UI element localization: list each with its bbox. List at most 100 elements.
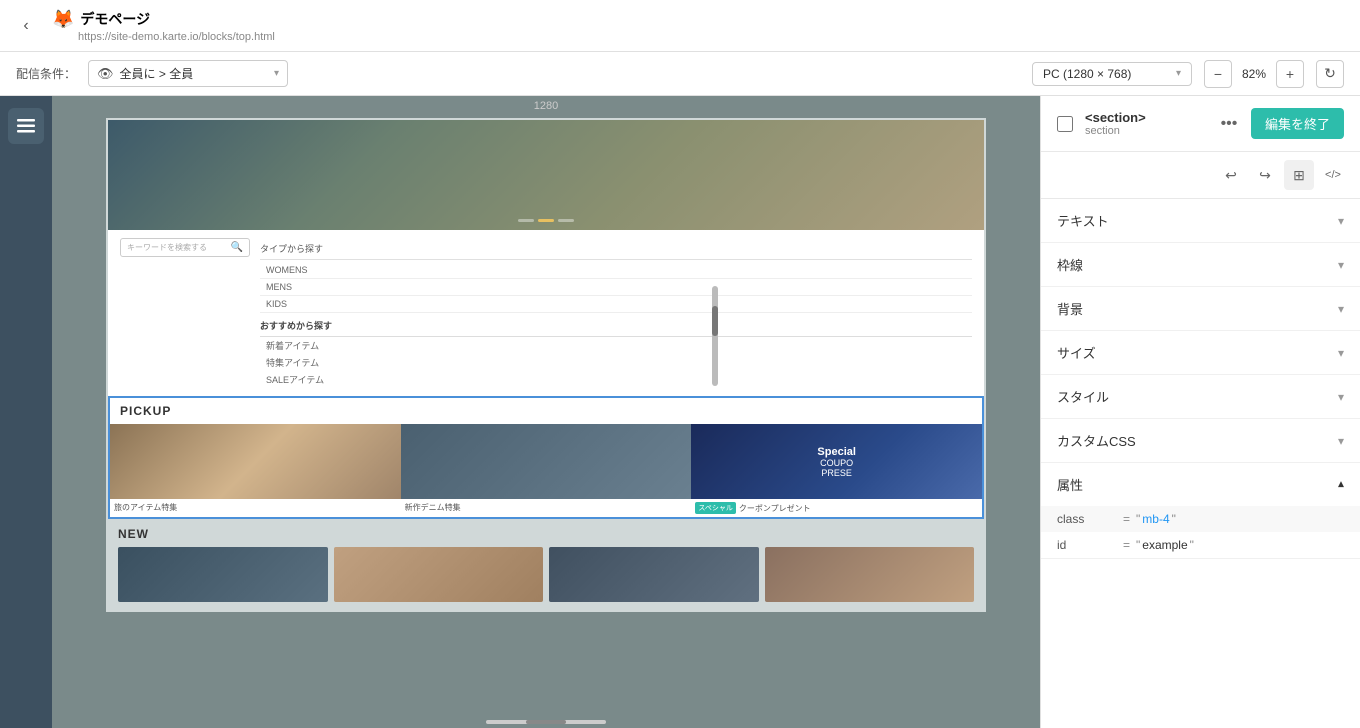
nav-recommend-label: おすすめから探す [260, 315, 972, 337]
main-layout: 1280 キーワードを検索する 🔍 タイプから探す [0, 96, 1360, 728]
condition-label: 配信条件： [16, 65, 76, 82]
new-item-1[interactable] [118, 547, 328, 602]
attr-id-close-quote: " [1190, 538, 1194, 552]
hero-dots [518, 219, 574, 222]
search-box[interactable]: キーワードを検索する 🔍 [120, 238, 250, 257]
nav-mens[interactable]: MENS [260, 279, 972, 296]
search-nav-area: キーワードを検索する 🔍 タイプから探す WOMENS MENS KIDS おす… [108, 230, 984, 396]
border-section-header[interactable]: 枠線 [1041, 243, 1360, 286]
style-section-header[interactable]: スタイル [1041, 375, 1360, 418]
pickup-image-2 [401, 424, 692, 499]
pickup-caption-1: 旅のアイテム特集 [110, 499, 401, 516]
size-section: サイズ [1041, 331, 1360, 375]
canvas-area[interactable]: 1280 キーワードを検索する 🔍 タイプから探す [52, 96, 1040, 728]
nav-menu: タイプから探す WOMENS MENS KIDS おすすめから探す 新着アイテム… [260, 238, 972, 388]
new-item-2[interactable] [334, 547, 544, 602]
site-url: https://site-demo.karte.io/blocks/top.ht… [78, 31, 275, 43]
attr-class-value[interactable]: mb-4 [1142, 512, 1169, 526]
style-section: スタイル [1041, 375, 1360, 419]
nav-special-item[interactable]: 特集アイテム [260, 354, 972, 371]
element-tag: <section> [1085, 110, 1207, 125]
toolbar: 配信条件： 👁 全員に > 全員 ▾ PC (1280 × 768) ▾ − 8… [0, 52, 1360, 96]
canvas-vertical-scrollbar[interactable] [712, 286, 718, 386]
refresh-button[interactable]: ↻ [1316, 60, 1344, 88]
element-checkbox[interactable] [1057, 116, 1073, 132]
hero-section [108, 120, 984, 230]
pickup-caption-2: 新作デニム特集 [401, 499, 692, 516]
pickup-item-3[interactable]: Special COUPO PRESE スペシャル クーポンプレゼント [691, 424, 982, 517]
more-options-button[interactable]: ••• [1215, 110, 1243, 138]
edit-end-button[interactable]: 編集を終了 [1251, 108, 1344, 139]
layers-panel [0, 96, 52, 728]
condition-value: 全員に > 全員 [120, 65, 194, 82]
device-select[interactable]: PC (1280 × 768) ▾ [1032, 62, 1192, 86]
scrollbar-thumb [526, 720, 566, 724]
site-name: デモページ [80, 9, 150, 29]
custom-css-section: カスタムCSS [1041, 419, 1360, 463]
zoom-minus-button[interactable]: − [1204, 60, 1232, 88]
attr-class-value-wrapper: " mb-4 " [1136, 512, 1344, 526]
pickup-item-1[interactable]: 旅のアイテム特集 [110, 424, 401, 517]
pickup-image-3: Special COUPO PRESE [691, 424, 982, 499]
zoom-plus-button[interactable]: + [1276, 60, 1304, 88]
pickup-heading: PICKUP [110, 398, 982, 424]
redo-button[interactable]: ↪ [1250, 160, 1280, 190]
size-section-label: サイズ [1057, 343, 1096, 362]
background-section-label: 背景 [1057, 299, 1083, 318]
custom-css-section-header[interactable]: カスタムCSS [1041, 419, 1360, 462]
nav-type-label: タイプから探す [260, 238, 972, 260]
site-title: 🦊 デモページ [52, 9, 275, 30]
nav-new-item[interactable]: 新着アイテム [260, 337, 972, 354]
attr-id-eq: = [1123, 538, 1130, 552]
pickup-item-2[interactable]: 新作デニム特集 [401, 424, 692, 517]
background-section-header[interactable]: 背景 [1041, 287, 1360, 330]
text-section-header[interactable]: テキスト [1041, 199, 1360, 242]
attr-id-value[interactable]: example [1142, 538, 1187, 552]
new-grid [118, 547, 974, 602]
back-button[interactable]: ‹ [12, 12, 40, 40]
panel-header: <section> section ••• 編集を終了 [1041, 96, 1360, 152]
zoom-value: 82% [1236, 67, 1272, 81]
attr-class-key: class [1057, 512, 1117, 526]
new-item-4[interactable] [765, 547, 975, 602]
canvas-width-label: 1280 [534, 100, 558, 112]
attributes-section-header[interactable]: 属性 ▾ [1041, 463, 1360, 506]
eye-icon: 👁 [97, 66, 114, 82]
nav-kids[interactable]: KIDS [260, 296, 972, 313]
border-section-label: 枠線 [1057, 255, 1083, 274]
attributes-chevron-icon: ▾ [1338, 478, 1344, 492]
grid-view-button[interactable]: ⊞ [1284, 160, 1314, 190]
background-section-chevron-icon [1338, 302, 1344, 316]
search-placeholder: キーワードを検索する [127, 242, 207, 253]
site-preview: キーワードを検索する 🔍 タイプから探す WOMENS MENS KIDS おす… [106, 118, 986, 612]
canvas-horizontal-scrollbar[interactable] [486, 720, 606, 724]
condition-chevron-icon: ▾ [274, 68, 279, 79]
custom-css-section-chevron-icon [1338, 434, 1344, 448]
vertical-scrollbar-thumb [712, 306, 718, 336]
new-section: NEW [108, 519, 984, 610]
new-item-3[interactable] [549, 547, 759, 602]
text-section: テキスト [1041, 199, 1360, 243]
panel-sections: テキスト 枠線 背景 サイズ [1041, 199, 1360, 463]
size-section-header[interactable]: サイズ [1041, 331, 1360, 374]
attr-class-close-quote: " [1172, 512, 1176, 526]
element-sub: section [1085, 125, 1207, 137]
condition-select[interactable]: 👁 全員に > 全員 ▾ [88, 60, 288, 87]
hero-image [108, 120, 984, 230]
hero-dot-1 [518, 219, 534, 222]
special-badge: スペシャル [695, 502, 736, 514]
text-section-label: テキスト [1057, 211, 1109, 230]
attr-id-value-wrapper: " example " [1136, 538, 1344, 552]
layers-button[interactable] [8, 108, 44, 144]
new-heading: NEW [118, 527, 974, 541]
hero-dot-2 [538, 219, 554, 222]
code-view-button[interactable]: </> [1318, 160, 1348, 190]
pickup-section[interactable]: PICKUP 旅のアイテム特集 新作デニム特集 [108, 396, 984, 519]
attr-id-key: id [1057, 538, 1117, 552]
nav-womens[interactable]: WOMENS [260, 262, 972, 279]
undo-button[interactable]: ↩ [1216, 160, 1246, 190]
attr-class-open-quote: " [1136, 512, 1140, 526]
attr-id-open-quote: " [1136, 538, 1140, 552]
pickup-grid: 旅のアイテム特集 新作デニム特集 Special COUPO [110, 424, 982, 517]
nav-sale-item[interactable]: SALEアイテム [260, 371, 972, 388]
